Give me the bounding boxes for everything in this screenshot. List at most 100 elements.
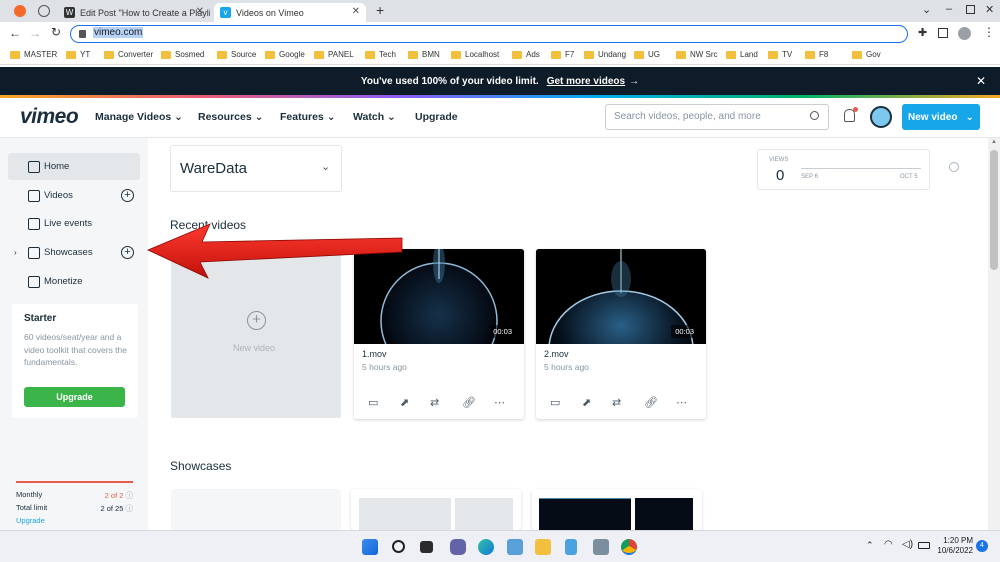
bookmark-f8[interactable]: F8	[805, 50, 828, 59]
globe-icon[interactable]	[38, 5, 50, 17]
bookmark-ads[interactable]: Ads	[512, 50, 540, 59]
add-showcase-icon[interactable]: +	[121, 246, 134, 259]
showcase-card[interactable]	[532, 489, 702, 530]
chevron-right-icon[interactable]: ›	[14, 248, 17, 257]
nav-features[interactable]: Features ⌄	[280, 111, 336, 123]
avatar[interactable]	[870, 106, 892, 128]
close-icon[interactable]: ✕	[196, 6, 204, 17]
file-explorer-icon[interactable]	[535, 539, 551, 555]
back-icon[interactable]: ←	[9, 26, 21, 40]
bookmark-tv[interactable]: TV	[768, 50, 792, 59]
notification-badge[interactable]: 4	[976, 540, 988, 552]
bookmark-master[interactable]: MASTER	[10, 50, 57, 59]
bookmark-nw-src[interactable]: NW Src	[676, 50, 718, 59]
address-bar[interactable]: vimeo.com	[70, 25, 908, 43]
system-clock[interactable]: 1:20 PM 10/6/2022	[935, 536, 973, 556]
notepad-icon[interactable]	[565, 539, 577, 555]
video-thumbnail[interactable]: 00:03	[536, 249, 706, 344]
reload-icon[interactable]: ↻	[51, 25, 61, 39]
tray-chevron-icon[interactable]: ⌃	[866, 540, 874, 551]
nav-manage-videos[interactable]: Manage Videos ⌄	[95, 111, 183, 123]
bookmark-sosmed[interactable]: Sosmed	[161, 50, 204, 59]
bookmark-panel[interactable]: PANEL	[314, 50, 354, 59]
scrollbar-thumb[interactable]	[990, 150, 998, 270]
nav-upgrade[interactable]: Upgrade	[415, 111, 458, 123]
bookmark-localhost[interactable]: Localhost	[451, 50, 499, 59]
close-icon[interactable]: ✕	[352, 6, 360, 17]
sidebar-item-monetize[interactable]: Monetize	[8, 268, 140, 295]
more-icon[interactable]: ⋯	[676, 396, 687, 409]
forward-icon[interactable]: →	[29, 26, 41, 40]
sidepanel-icon[interactable]	[938, 28, 948, 38]
tab-edit-post[interactable]: W Edit Post "How to Create a Playli ✕	[58, 3, 210, 22]
chrome-icon[interactable]	[621, 539, 637, 555]
link-icon[interactable]: 🔗︎	[644, 396, 658, 409]
sidebar-item-live-events[interactable]: Live events	[8, 210, 140, 237]
url-text[interactable]: vimeo.com	[93, 27, 144, 38]
info-icon[interactable]: ⓘ	[126, 491, 134, 500]
bookmark-undang[interactable]: Undang	[584, 50, 626, 59]
search-icon[interactable]	[392, 540, 405, 553]
folder-dropdown[interactable]: WareData ⌄	[170, 145, 342, 192]
minimize-icon[interactable]: –	[946, 3, 952, 15]
chevron-down-icon[interactable]: ⌄	[922, 3, 931, 16]
app-icon[interactable]	[14, 5, 26, 17]
search-icon[interactable]	[949, 162, 959, 172]
review-icon[interactable]: ▭	[550, 396, 560, 409]
bookmark-bmn[interactable]: BMN	[408, 50, 440, 59]
tab-vimeo[interactable]: v Videos on Vimeo ✕	[214, 3, 366, 22]
bookmark-converter[interactable]: Converter	[104, 50, 153, 59]
more-icon[interactable]: ⋯	[494, 396, 505, 409]
menu-icon[interactable]: ⋮	[983, 25, 995, 39]
scroll-up-icon[interactable]: ▲	[991, 139, 997, 145]
export-icon[interactable]: ⬈	[582, 396, 591, 409]
bookmark-ug[interactable]: UG	[634, 50, 660, 59]
profile-icon[interactable]	[958, 27, 971, 40]
windows-start-icon[interactable]	[362, 539, 378, 555]
remote-desktop-icon[interactable]	[507, 539, 523, 555]
close-banner-icon[interactable]: ✕	[976, 74, 986, 88]
views-widget[interactable]: VIEWS 0 SEP 6 OCT 5	[757, 149, 930, 190]
quota-upgrade-link[interactable]: Upgrade	[16, 516, 133, 525]
volume-icon[interactable]: ◁)	[902, 539, 913, 550]
showcase-card[interactable]	[351, 489, 521, 530]
info-icon[interactable]: ⓘ	[126, 504, 134, 513]
sidebar-item-home[interactable]: Home	[8, 153, 140, 180]
page-scrollbar[interactable]: ▲	[988, 138, 1000, 530]
get-more-videos-link[interactable]: Get more videos	[547, 76, 625, 87]
sidebar-item-videos[interactable]: Videos +	[8, 182, 140, 209]
link-icon[interactable]: 🔗︎	[462, 396, 476, 409]
nav-watch[interactable]: Watch ⌄	[353, 111, 396, 123]
search-input[interactable]: Search videos, people, and more	[605, 104, 829, 130]
extensions-icon[interactable]: ✚	[918, 26, 927, 39]
video-title[interactable]: 2.mov	[544, 349, 569, 359]
bookmark-f7[interactable]: F7	[551, 50, 574, 59]
replace-icon[interactable]: ⇄	[430, 396, 439, 409]
task-view-icon[interactable]	[420, 541, 433, 553]
bookmark-gov[interactable]: Gov	[852, 50, 881, 59]
bookmark-tech[interactable]: Tech	[365, 50, 396, 59]
video-card[interactable]: 00:03 2.mov 5 hours ago ▭ ⬈ ⇄ 🔗︎ ⋯	[536, 249, 706, 419]
search-icon[interactable]	[810, 111, 819, 120]
video-title[interactable]: 1.mov	[362, 349, 387, 359]
upgrade-button[interactable]: Upgrade	[24, 387, 125, 407]
control-panel-icon[interactable]	[593, 539, 609, 555]
review-icon[interactable]: ▭	[368, 396, 378, 409]
showcase-tile-new[interactable]	[171, 489, 341, 530]
new-tab-icon[interactable]: +	[376, 2, 384, 18]
bookmark-land[interactable]: Land	[726, 50, 758, 59]
battery-icon[interactable]	[918, 542, 930, 549]
add-video-icon[interactable]: +	[121, 189, 134, 202]
teams-icon[interactable]	[450, 539, 466, 555]
sidebar-item-showcases[interactable]: › Showcases +	[8, 239, 140, 266]
bookmark-source[interactable]: Source	[217, 50, 256, 59]
maximize-icon[interactable]	[966, 5, 975, 14]
wifi-icon[interactable]: ◠	[884, 539, 893, 550]
edge-icon[interactable]	[478, 539, 494, 555]
nav-resources[interactable]: Resources ⌄	[198, 111, 263, 123]
export-icon[interactable]: ⬈	[400, 396, 409, 409]
bookmark-yt[interactable]: YT	[66, 50, 90, 59]
replace-icon[interactable]: ⇄	[612, 396, 621, 409]
close-window-icon[interactable]: ✕	[985, 3, 994, 16]
vimeo-logo[interactable]: vimeo	[20, 105, 79, 129]
